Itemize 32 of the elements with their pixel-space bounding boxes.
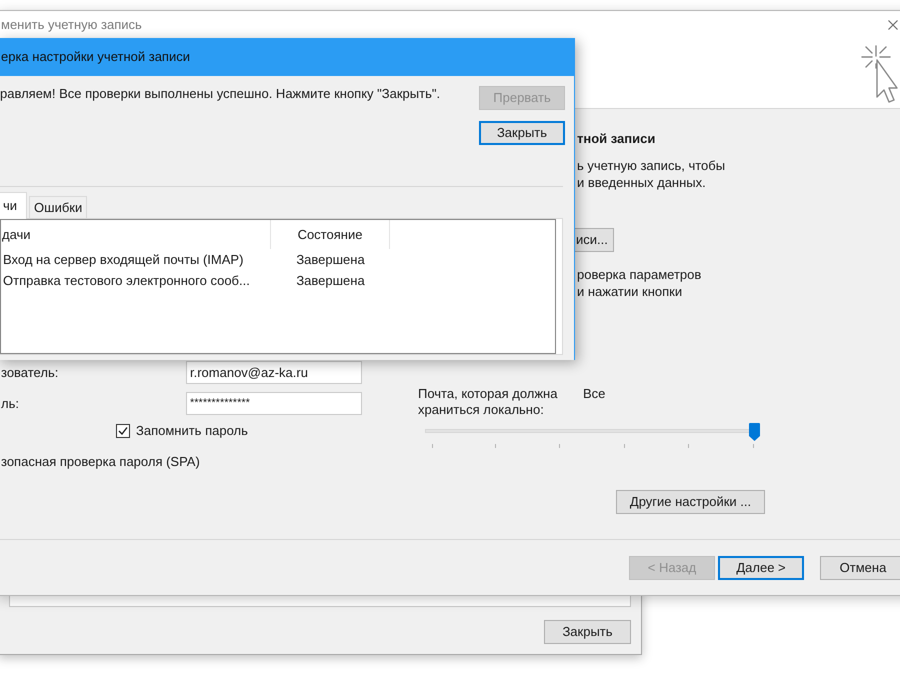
table-cell-text: Вход на сервер входящей почты (IMAP) (2, 250, 244, 269)
field-label: ль: (1, 394, 20, 413)
test-account-button[interactable]: иси... (574, 228, 614, 252)
close-button[interactable]: Закрыть (544, 620, 631, 644)
table-cell-text: Завершена (295, 272, 366, 290)
dialog-button[interactable]: Закрыть (479, 121, 565, 145)
email-field[interactable]: r.romanov@az-ka.ru (186, 361, 362, 384)
tab[interactable]: Ошибки (29, 196, 88, 218)
status-message: равляем! Все проверки выполнены успешно. Нажмите кнопку "Закрыть". (0, 86, 440, 102)
field-label: зователь: (1, 364, 60, 382)
slider-track[interactable] (425, 423, 760, 441)
checkbox-label: Запомнить пароль (136, 422, 248, 440)
tab[interactable]: чи (0, 192, 28, 219)
close-icon[interactable] (888, 20, 898, 30)
remember-password-checkbox[interactable] (116, 424, 130, 438)
section-heading: тной записи (577, 131, 656, 147)
table-cell-text: Завершена (295, 250, 366, 269)
column-header[interactable]: Состояние (271, 220, 390, 249)
more-settings-button[interactable]: Другие настройки ... (616, 490, 765, 514)
table-cell-text: Отправка тестового электронного сооб... (2, 272, 251, 290)
column-header[interactable]: дачи (1, 220, 271, 249)
description-text: ь учетную запись, чтобы и введенных данных. (577, 157, 726, 191)
offline-mail-value: Все (583, 386, 606, 402)
wizard-button[interactable]: Отмена (820, 556, 900, 580)
password-field[interactable]: ************** (186, 392, 362, 415)
window-title: менить учетную запись (1, 16, 142, 34)
wizard-button[interactable]: Далее > (718, 556, 804, 580)
spa-option-label: зопасная проверка пароля (SPA) (1, 454, 200, 470)
dialog-title: ерка настройки учетной записи (1, 48, 190, 66)
offline-mail-label: Почта, которая должна храниться локально: (418, 386, 558, 418)
auto-test-text: роверка параметров и нажатии кнопки (577, 266, 702, 300)
slider-thumb[interactable] (749, 423, 760, 441)
